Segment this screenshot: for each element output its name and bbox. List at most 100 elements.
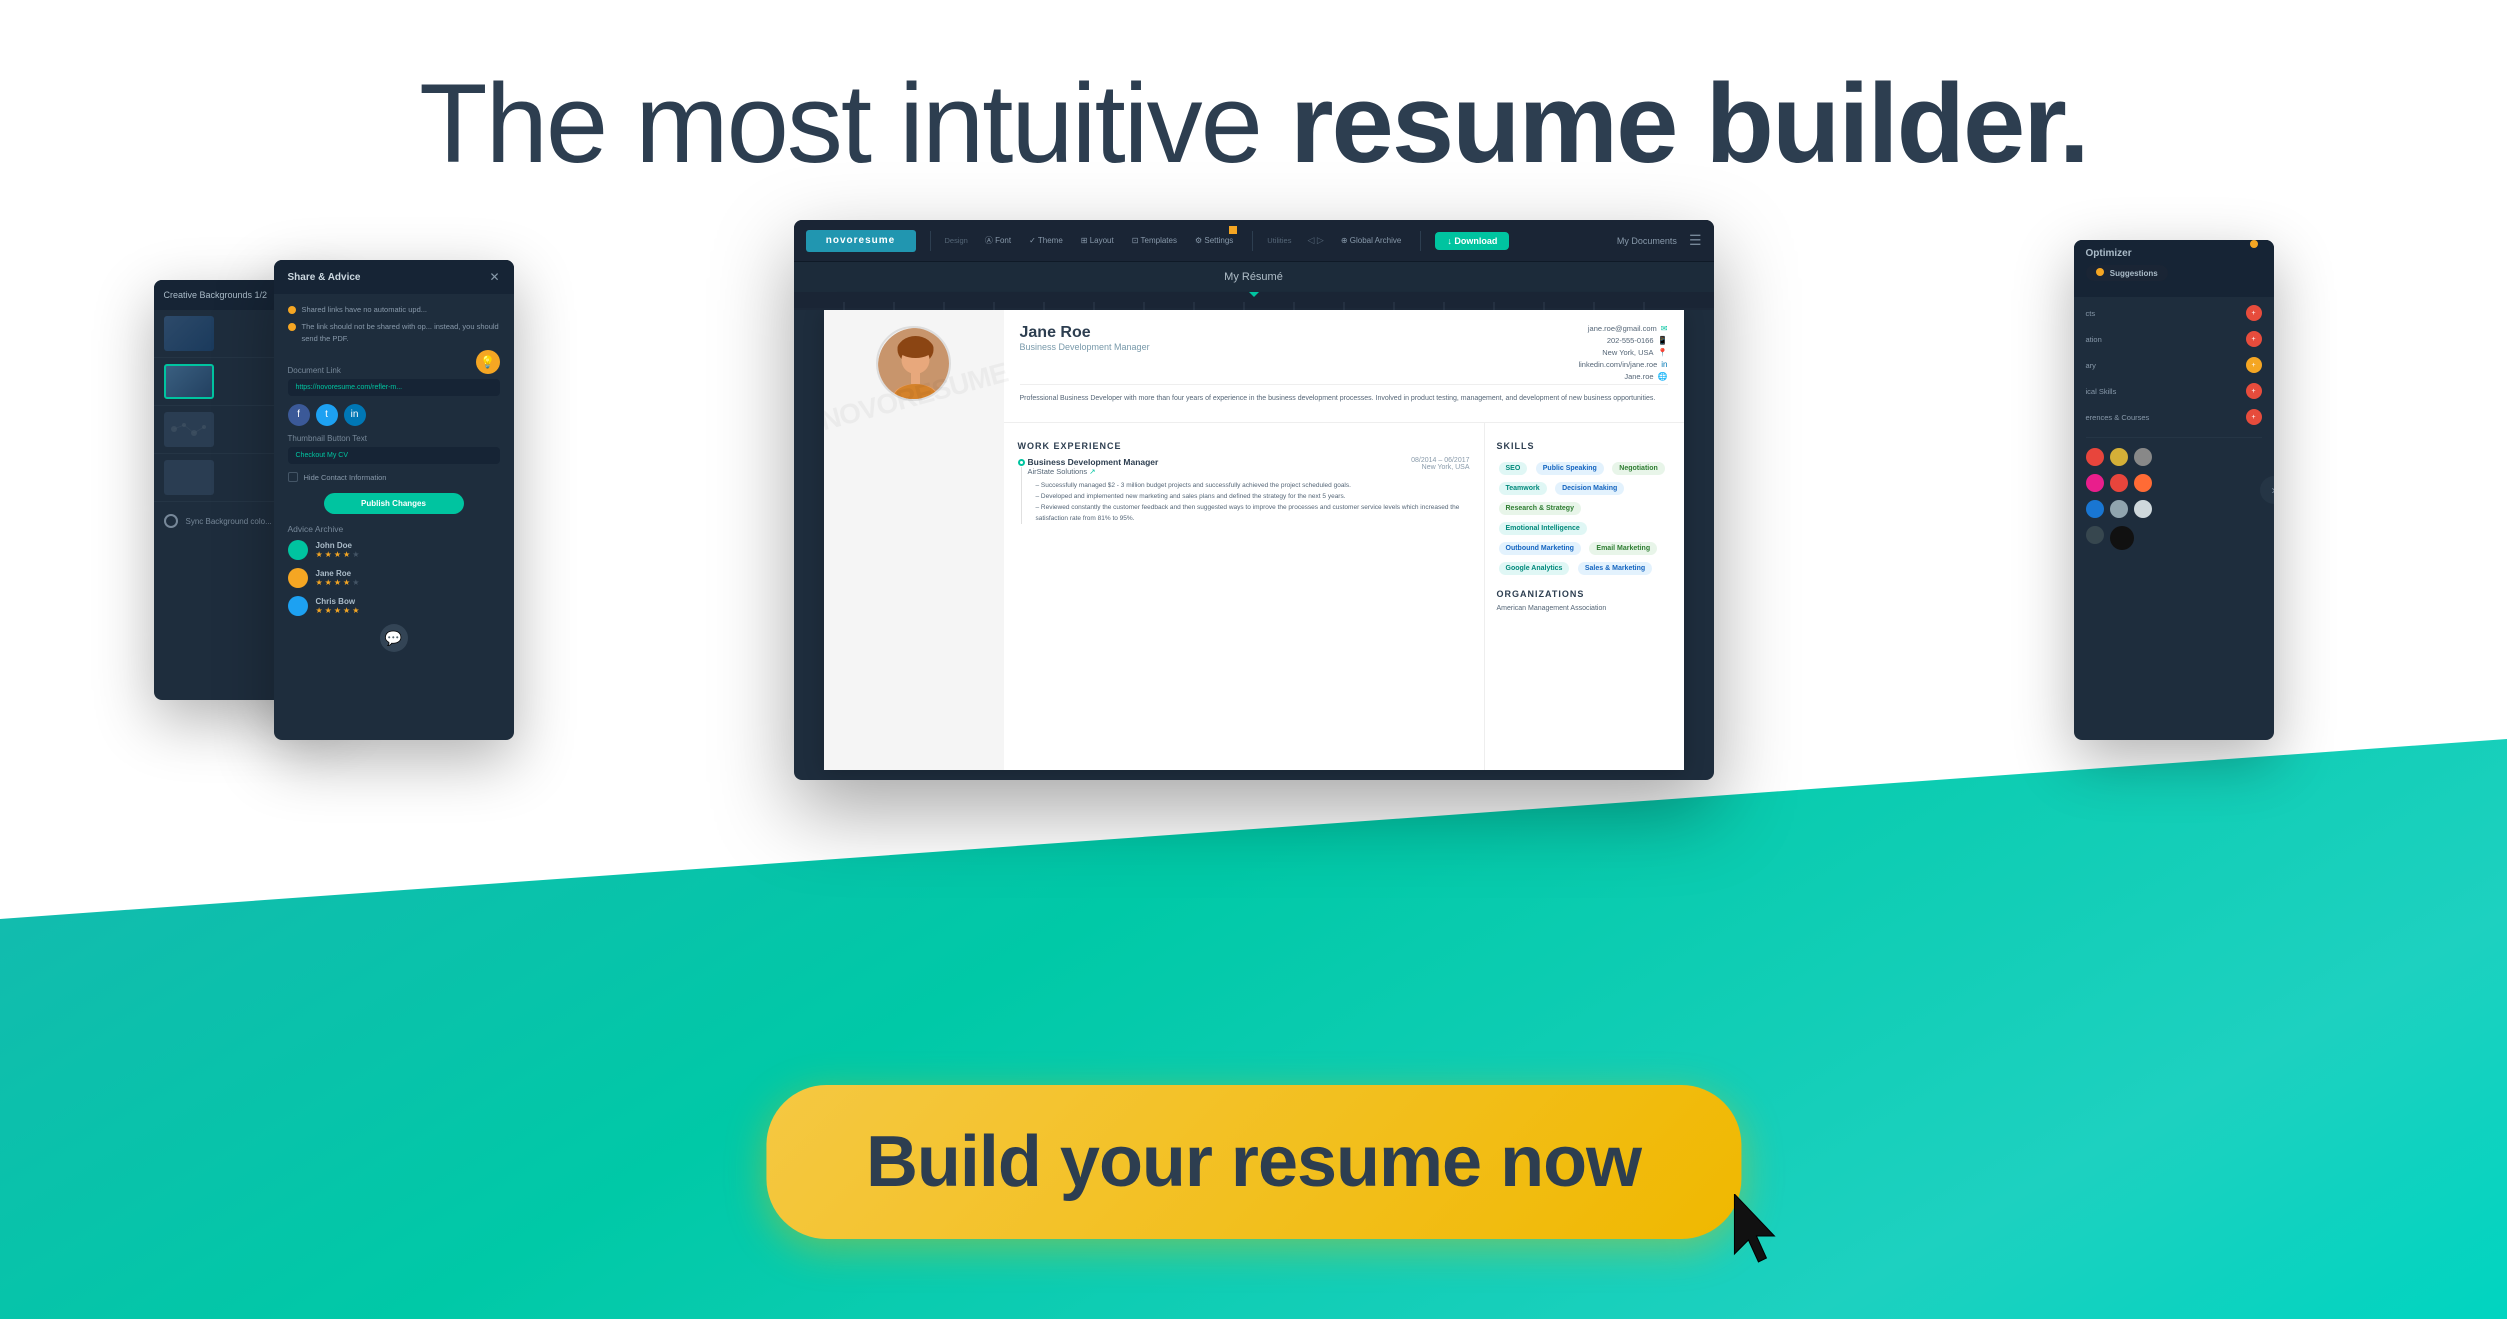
color-dot-gold-1[interactable] xyxy=(2110,448,2128,466)
logo-text: novoresume xyxy=(826,235,895,246)
checkbox-hide-contact[interactable] xyxy=(288,472,298,482)
color-dot-red-1[interactable] xyxy=(2086,448,2104,466)
timeline-line xyxy=(1021,467,1022,524)
thumbnail-value-text: Checkout My CV xyxy=(296,452,349,459)
person-row-3: Chris Bow ★ ★ ★ ★ ★ xyxy=(288,596,500,616)
resume-main-content: Jane Roe Business Development Manager ja… xyxy=(1004,310,1684,770)
color-dot-black[interactable] xyxy=(2110,526,2134,550)
star-3-3: ★ xyxy=(334,606,341,615)
resume-person-name: Jane Roe xyxy=(1020,324,1150,342)
person-row-1: John Doe ★ ★ ★ ★ ★ xyxy=(288,540,500,560)
linkedin-icon[interactable]: in xyxy=(344,404,366,426)
orgs-section-title: ORGANIZATIONS xyxy=(1497,589,1672,599)
job-meta: 08/2014 – 06/2017 New York, USA xyxy=(1411,457,1469,471)
color-dot-pink[interactable] xyxy=(2086,474,2104,492)
bullet-text-1: Shared links have no automatic upd... xyxy=(302,304,428,315)
skill-negotiation: Negotiation xyxy=(1612,462,1665,475)
contact-email: jane.roe@gmail.com ✉ xyxy=(1578,324,1667,333)
star-2-2: ★ xyxy=(325,578,332,587)
screenshots-container: Creative Backgrounds 1/2 xyxy=(154,200,2354,780)
doc-link-label: Document Link xyxy=(288,366,500,375)
optimizer-label-3: ary xyxy=(2086,361,2096,370)
optimizer-badge-4: + xyxy=(2246,383,2262,399)
font-btn[interactable]: Ⓐ Font xyxy=(980,233,1016,248)
location-icon: 📍 xyxy=(1658,348,1668,357)
bullet-2: The link should not be shared with op...… xyxy=(288,321,500,344)
skill-sales-marketing: Sales & Marketing xyxy=(1578,562,1652,575)
person-stars-2: ★ ★ ★ ★ ★ xyxy=(316,578,360,587)
layout-btn[interactable]: ⊞ Layout xyxy=(1076,234,1119,247)
work-section-title: WORK EXPERIENCE xyxy=(1018,441,1470,451)
badge-dot xyxy=(2096,268,2104,276)
star-3-5: ★ xyxy=(352,606,359,615)
advice-icon-area: 💡 xyxy=(288,350,500,358)
thumbnail-label: Thumbnail Button Text xyxy=(288,434,500,443)
optimizer-row-4: ical Skills + xyxy=(2086,383,2262,399)
resume-two-col: WORK EXPERIENCE Business Development Man… xyxy=(1004,423,1684,770)
resume-header-info: Jane Roe Business Development Manager ja… xyxy=(1004,310,1684,423)
ruler-svg xyxy=(794,292,1714,310)
color-dot-lightblue[interactable] xyxy=(2110,500,2128,518)
bg-thumb-4 xyxy=(164,460,214,495)
next-arrow[interactable]: › xyxy=(2260,476,2274,504)
skill-research-strategy: Research & Strategy xyxy=(1499,502,1581,515)
color-dot-red-2[interactable] xyxy=(2110,474,2128,492)
optimizer-panel: Optimizer Suggestions cts + ation + ary xyxy=(2074,240,2274,740)
global-archive-btn[interactable]: ⊕ Global Archive xyxy=(1336,234,1407,247)
job-company: AirState Solutions ↗ xyxy=(1028,467,1159,476)
doc-link-box[interactable]: https://novoresume.com/refler-m... xyxy=(288,379,500,396)
close-icon[interactable]: ✕ xyxy=(489,270,499,284)
optimizer-badge-3: + xyxy=(2246,357,2262,373)
headline-part2: resume builder. xyxy=(1290,61,2088,186)
optimizer-notification-dot xyxy=(2250,240,2258,248)
cta-button[interactable]: Build your resume now xyxy=(766,1085,1741,1239)
skill-public-speaking: Public Speaking xyxy=(1536,462,1604,475)
star-2-3: ★ xyxy=(334,578,341,587)
palette-row-2 xyxy=(2086,474,2262,492)
bullet-3: Reviewed constantly the customer feedbac… xyxy=(1036,502,1470,524)
color-dot-gray-1[interactable] xyxy=(2134,448,2152,466)
skill-teamwork: Teamwork xyxy=(1499,482,1547,495)
twitter-icon[interactable]: t xyxy=(316,404,338,426)
hamburger-icon[interactable]: ☰ xyxy=(1689,232,1702,249)
resume-summary-text: Professional Business Developer with mor… xyxy=(1020,384,1668,404)
location-text: New York, USA xyxy=(1602,348,1653,357)
bullet-2: Developed and implemented new marketing … xyxy=(1036,491,1470,502)
settings-btn[interactable]: ⚙ Settings xyxy=(1190,234,1238,247)
person-info-2: Jane Roe ★ ★ ★ ★ ★ xyxy=(316,569,360,587)
resume-title-bar: My Résumé xyxy=(794,262,1714,292)
person-info-3: Chris Bow ★ ★ ★ ★ ★ xyxy=(316,597,360,615)
optimizer-row-5: erences & Courses + xyxy=(2086,409,2262,425)
cta-wrapper: Build your resume now xyxy=(766,1085,1741,1239)
publish-button[interactable]: Publish Changes xyxy=(324,493,464,514)
star-1-1: ★ xyxy=(316,550,323,559)
phone-text: 202-555-0166 xyxy=(1607,336,1654,345)
job-title-block: Business Development Manager AirState So… xyxy=(1028,457,1159,480)
color-dot-silver[interactable] xyxy=(2134,500,2152,518)
color-dot-orange[interactable] xyxy=(2134,474,2152,492)
resume-contact-block: jane.roe@gmail.com ✉ 202-555-0166 📱 New … xyxy=(1578,324,1667,384)
bg-thumb-3 xyxy=(164,412,214,447)
templates-btn[interactable]: ⊡ Templates xyxy=(1127,234,1182,247)
facebook-icon[interactable]: f xyxy=(288,404,310,426)
color-dot-blue[interactable] xyxy=(2086,500,2104,518)
color-dot-darkblue[interactable] xyxy=(2086,526,2104,544)
optimizer-label-5: erences & Courses xyxy=(2086,413,2150,422)
optimizer-header: Optimizer Suggestions xyxy=(2074,240,2274,297)
download-btn[interactable]: ↓ Download xyxy=(1435,232,1509,250)
optimizer-label-1: cts xyxy=(2086,309,2096,318)
star-3-1: ★ xyxy=(316,606,323,615)
star-3-2: ★ xyxy=(325,606,332,615)
optimizer-body: cts + ation + ary + ical Skills + erence… xyxy=(2074,297,2274,566)
linkedin-text: linkedin.com/in/jane.roe xyxy=(1578,360,1657,369)
my-documents-btn[interactable]: My Documents xyxy=(1617,236,1677,246)
toolbar-sep-2 xyxy=(1252,231,1253,251)
skill-outbound-marketing: Outbound Marketing xyxy=(1499,542,1581,555)
share-panel-body: Shared links have no automatic upd... Th… xyxy=(274,294,514,662)
theme-btn[interactable]: ✓ Theme xyxy=(1024,234,1068,247)
skill-seo: SEO xyxy=(1499,462,1528,475)
job-location: New York, USA xyxy=(1411,464,1469,471)
advice-icon: 💡 xyxy=(476,350,500,374)
skills-tags: SEO Public Speaking Negotiation Teamwork… xyxy=(1497,457,1672,577)
cursor-arrow-svg xyxy=(1726,1194,1781,1264)
